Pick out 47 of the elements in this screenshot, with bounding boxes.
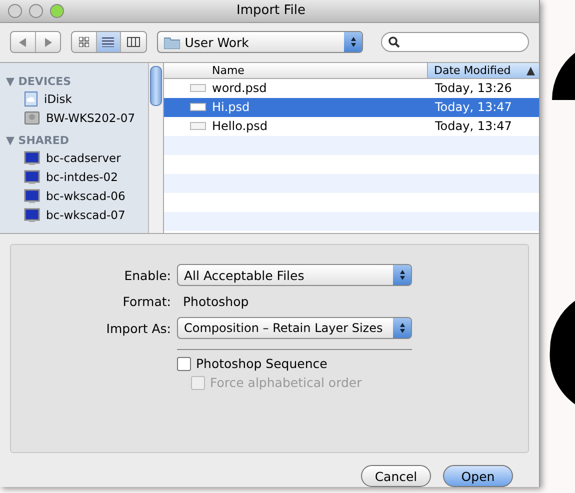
sidebar-item[interactable]: BW-WKS202-07 <box>0 108 148 128</box>
dialog-button[interactable]: Open <box>443 465 513 487</box>
search-icon <box>388 36 400 48</box>
view-button[interactable] <box>96 32 122 52</box>
sidebar-item[interactable]: bc-cadserver <box>0 148 148 168</box>
dialog-button[interactable]: Cancel <box>361 465 431 487</box>
window-title: Import File <box>235 3 307 18</box>
field-label: Import As: <box>105 320 171 336</box>
view-switcher[interactable] <box>71 31 147 54</box>
columns-icon <box>126 37 140 48</box>
sidebar-item[interactable]: bc-wkscad-07 <box>0 206 148 225</box>
file-thumbnail-icon <box>190 84 206 92</box>
grid-icon <box>78 37 89 48</box>
field-label: Format: <box>122 294 171 309</box>
field-label: Enable: <box>123 268 171 282</box>
column-header[interactable]: Name <box>164 62 427 78</box>
close-button[interactable] <box>8 4 22 18</box>
right-arrow-icon <box>44 38 52 47</box>
left-arrow-icon <box>18 38 27 47</box>
list-icon <box>102 37 114 48</box>
hard-drive-icon <box>24 110 40 126</box>
scroll-thumb[interactable] <box>150 66 162 106</box>
monitor-icon <box>24 208 40 223</box>
up-down-arrows-icon <box>350 36 356 48</box>
up-down-arrows-icon <box>398 269 406 281</box>
checkbox-option[interactable]: Photoshop Sequence <box>177 356 412 371</box>
sidebar-item[interactable]: iDisk <box>0 90 148 109</box>
minimize-button[interactable] <box>29 4 43 18</box>
sidebar-item[interactable]: bc-wkscad-06 <box>0 186 148 206</box>
folder-icon <box>164 36 180 49</box>
location-dropdown[interactable]: User Work <box>156 31 363 54</box>
scrollbar[interactable] <box>148 62 164 233</box>
column-header[interactable]: Date Modified ▲ <box>427 62 539 78</box>
enable-dropdown[interactable]: All Acceptable Files <box>177 264 412 286</box>
file-row[interactable]: Hi.psd Today, 13:47 <box>164 98 539 117</box>
import-as-dropdown[interactable]: Composition – Retain Layer Sizes <box>177 317 412 339</box>
file-thumbnail-icon <box>190 103 206 112</box>
file-thumbnail-icon <box>190 122 206 130</box>
format-value: Photoshop <box>182 294 250 309</box>
up-down-arrows-icon <box>398 322 406 334</box>
search-field[interactable] <box>381 32 529 52</box>
sidebar-item[interactable]: bc-intdes-02 <box>0 168 148 187</box>
zoom-button[interactable] <box>50 4 64 18</box>
monitor-icon <box>24 170 40 185</box>
monitor-icon <box>24 188 40 204</box>
back-forward-control[interactable] <box>10 31 62 54</box>
monitor-icon <box>24 150 40 166</box>
